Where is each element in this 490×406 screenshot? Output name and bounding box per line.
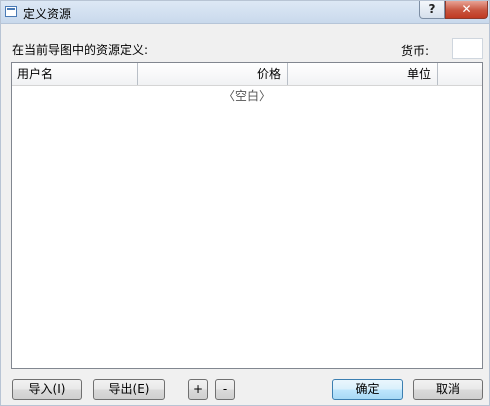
export-button[interactable]: 导出(E) [93,379,165,400]
column-header-price[interactable]: 价格 [138,63,288,85]
cancel-button[interactable]: 取消 [413,379,483,400]
help-button[interactable]: ? [419,1,445,19]
define-resources-dialog: 定义资源 ? ✕ 在当前导图中的资源定义: 货币: 用户名 价格 单位 〈空白〉… [0,0,490,406]
resource-definitions-label: 在当前导图中的资源定义: [12,43,149,57]
list-header: 用户名 价格 单位 [12,63,482,86]
column-header-unit[interactable]: 单位 [288,63,438,85]
empty-list-placeholder: 〈空白〉 [222,89,271,103]
column-header-username[interactable]: 用户名 [12,63,138,85]
remove-resource-button[interactable]: - [215,379,235,400]
window-title: 定义资源 [23,7,72,21]
currency-label: 货币: [401,44,430,58]
resource-list[interactable]: 用户名 价格 单位 〈空白〉 [11,62,483,369]
close-button[interactable]: ✕ [445,1,488,19]
column-header-filler [438,63,482,85]
import-button[interactable]: 导入(I) [12,379,82,400]
add-resource-button[interactable]: + [188,379,208,400]
currency-input[interactable] [452,38,483,59]
app-window-icon [5,6,17,17]
ok-button[interactable]: 确定 [332,379,403,400]
title-bar[interactable]: 定义资源 ? ✕ [1,1,489,24]
